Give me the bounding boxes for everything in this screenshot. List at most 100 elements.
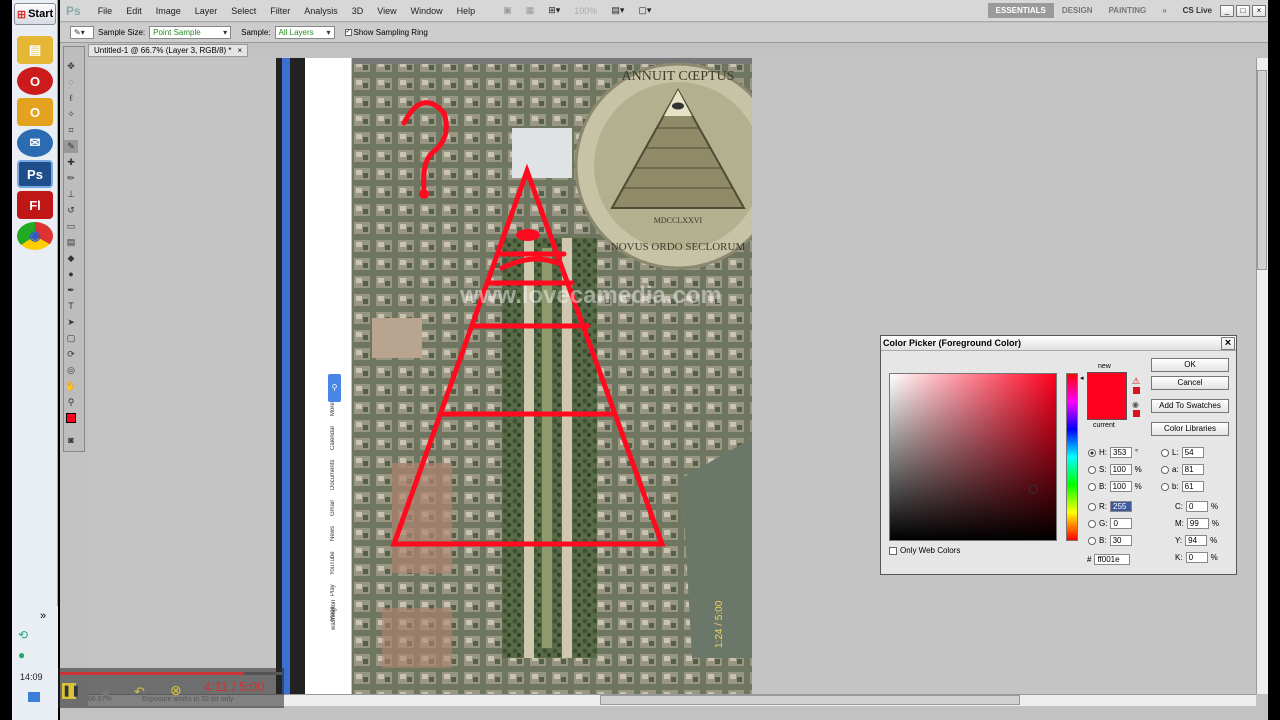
red-field[interactable]: 255	[1110, 501, 1132, 512]
workspace-design[interactable]: DESIGN	[1054, 3, 1101, 18]
color-field-cursor[interactable]	[1029, 485, 1038, 494]
ok-button[interactable]: OK	[1151, 358, 1229, 372]
black-field[interactable]: 0	[1185, 552, 1208, 563]
gamut-swatch[interactable]	[1133, 387, 1140, 394]
menu-image[interactable]: Image	[149, 6, 188, 16]
cyan-field[interactable]: 0	[1186, 501, 1208, 512]
mini-bridge-icon[interactable]: ▦	[519, 5, 542, 16]
only-web-colors-checkbox[interactable]: Only Web Colors	[889, 546, 960, 555]
hue-slider[interactable]	[1066, 373, 1078, 541]
network-icon[interactable]: ⟲	[18, 628, 28, 642]
blue-field[interactable]: 30	[1109, 535, 1132, 546]
sample-size-select[interactable]: Point Sample ▾	[149, 26, 232, 39]
lasso-tool-icon[interactable]: ℓ	[64, 92, 78, 105]
start-button[interactable]: ⊞ Start	[14, 3, 56, 25]
hand-tool-icon[interactable]: ✋	[64, 380, 78, 393]
path-select-tool-icon[interactable]: ➤	[64, 316, 78, 329]
vertical-scroll-thumb[interactable]	[1257, 70, 1267, 270]
chrome-app-icon[interactable]: ◉	[17, 222, 53, 250]
lab-l-field[interactable]: 54	[1181, 447, 1204, 458]
hex-field[interactable]: ff001e	[1094, 554, 1131, 565]
search-button-icon[interactable]: ⚲	[328, 374, 341, 402]
healing-tool-icon[interactable]: ✚	[64, 156, 78, 169]
menu-view[interactable]: View	[370, 6, 403, 16]
saturation-field[interactable]: 100	[1109, 464, 1132, 475]
marquee-tool-icon[interactable]: ◌	[64, 76, 78, 89]
3d-camera-tool-icon[interactable]: ◎	[64, 364, 78, 377]
red-row[interactable]: R: 255	[1088, 501, 1132, 512]
minimize-icon[interactable]: _	[1220, 4, 1234, 17]
folder-app-icon[interactable]: ▤	[17, 36, 53, 64]
photoshop-app-icon[interactable]: Ps	[17, 160, 53, 188]
color-field[interactable]	[889, 373, 1057, 541]
menu-layer[interactable]: Layer	[188, 6, 225, 16]
brush-tool-icon[interactable]: ✏	[64, 172, 78, 185]
horizontal-scroll-thumb[interactable]	[600, 695, 1020, 705]
gradient-tool-icon[interactable]: ▤	[64, 236, 78, 249]
arrange-documents-icon[interactable]: ▤▾	[604, 5, 631, 16]
hex-row[interactable]: # ff001e	[1087, 554, 1131, 565]
pen-tool-icon[interactable]: ✒	[64, 284, 78, 297]
add-to-swatches-button[interactable]: Add To Swatches	[1151, 399, 1229, 413]
menu-select[interactable]: Select	[224, 6, 263, 16]
close-window-icon[interactable]: ×	[1252, 4, 1266, 17]
3d-rotate-tool-icon[interactable]: ⟳	[64, 348, 78, 361]
more-workspaces-icon[interactable]: »	[1154, 3, 1174, 18]
gamut-warning-icon[interactable]: ⚠	[1132, 376, 1140, 387]
hue-field[interactable]: 353	[1110, 447, 1132, 458]
chat-icon[interactable]: ●	[18, 648, 25, 662]
magenta-row[interactable]: M: 99%	[1175, 518, 1219, 529]
clock[interactable]: 14:09	[20, 672, 43, 682]
view-extras-icon[interactable]: ⊞▾	[541, 5, 567, 16]
black-row[interactable]: K: 0%	[1175, 552, 1218, 563]
hue-slider-arrow-icon[interactable]: ◂	[1080, 374, 1084, 382]
screen-mode-icon[interactable]: ▢▾	[631, 5, 658, 16]
cyan-row[interactable]: C: 0%	[1175, 501, 1218, 512]
type-tool-icon[interactable]: T	[64, 300, 78, 313]
menu-filter[interactable]: Filter	[263, 6, 297, 16]
pause-icon[interactable]: ❚❚	[62, 683, 80, 699]
close-dialog-icon[interactable]: ×	[1221, 336, 1235, 350]
eyedropper-preset-icon[interactable]: ✎▾	[70, 26, 94, 39]
lab-l-row[interactable]: L: 54	[1161, 447, 1204, 458]
close-tab-icon[interactable]: ×	[238, 46, 243, 55]
clone-tool-icon[interactable]: ⊥	[64, 188, 78, 201]
brightness-row[interactable]: B: 100%	[1088, 481, 1142, 492]
lab-a-row[interactable]: a: 81	[1161, 464, 1204, 475]
menu-window[interactable]: Window	[404, 6, 450, 16]
color-libraries-button[interactable]: Color Libraries	[1151, 422, 1229, 436]
outlook-app-icon[interactable]: O	[17, 98, 53, 126]
foreground-color-swatch[interactable]	[66, 413, 76, 423]
yellow-field[interactable]: 94	[1185, 535, 1208, 546]
eyedropper-tool-icon[interactable]: ✎	[64, 140, 78, 153]
thunderbird-app-icon[interactable]: ✉	[17, 129, 53, 157]
show-sampling-ring-checkbox[interactable]: ✓ Show Sampling Ring	[344, 28, 428, 37]
zoom-tool-icon[interactable]: ⚲	[64, 396, 78, 409]
sample-select[interactable]: All Layers ▾	[274, 26, 335, 39]
yellow-row[interactable]: Y: 94%	[1175, 535, 1217, 546]
show-desktop-icon[interactable]	[28, 692, 40, 702]
quick-mask-icon[interactable]: ◙	[64, 434, 78, 447]
menu-analysis[interactable]: Analysis	[297, 6, 345, 16]
zoom-level[interactable]: 100%	[567, 6, 604, 16]
history-brush-icon[interactable]: ↺	[64, 204, 78, 217]
launch-bridge-icon[interactable]: ▣	[496, 5, 519, 16]
saturation-row[interactable]: S: 100%	[1088, 464, 1142, 475]
menu-help[interactable]: Help	[450, 6, 483, 16]
menu-file[interactable]: File	[91, 6, 120, 16]
workspace-painting[interactable]: PAINTING	[1101, 3, 1155, 18]
document-tab[interactable]: Untitled-1 @ 66.7% (Layer 3, RGB/8) * ×	[88, 44, 248, 57]
crop-tool-icon[interactable]: ⌗	[64, 124, 78, 137]
move-tool-icon[interactable]: ✥	[64, 60, 78, 73]
magenta-field[interactable]: 99	[1186, 518, 1209, 529]
blue-row[interactable]: B: 30	[1088, 535, 1132, 546]
blur-tool-icon[interactable]: ◆	[64, 252, 78, 265]
quick-select-tool-icon[interactable]: ✧	[64, 108, 78, 121]
eraser-tool-icon[interactable]: ▭	[64, 220, 78, 233]
menu-3d[interactable]: 3D	[345, 6, 371, 16]
shape-tool-icon[interactable]: ▢	[64, 332, 78, 345]
cancel-button[interactable]: Cancel	[1151, 376, 1229, 390]
opera-app-icon[interactable]: O	[17, 67, 53, 95]
menu-edit[interactable]: Edit	[119, 6, 149, 16]
flash-app-icon[interactable]: Fl	[17, 191, 53, 219]
